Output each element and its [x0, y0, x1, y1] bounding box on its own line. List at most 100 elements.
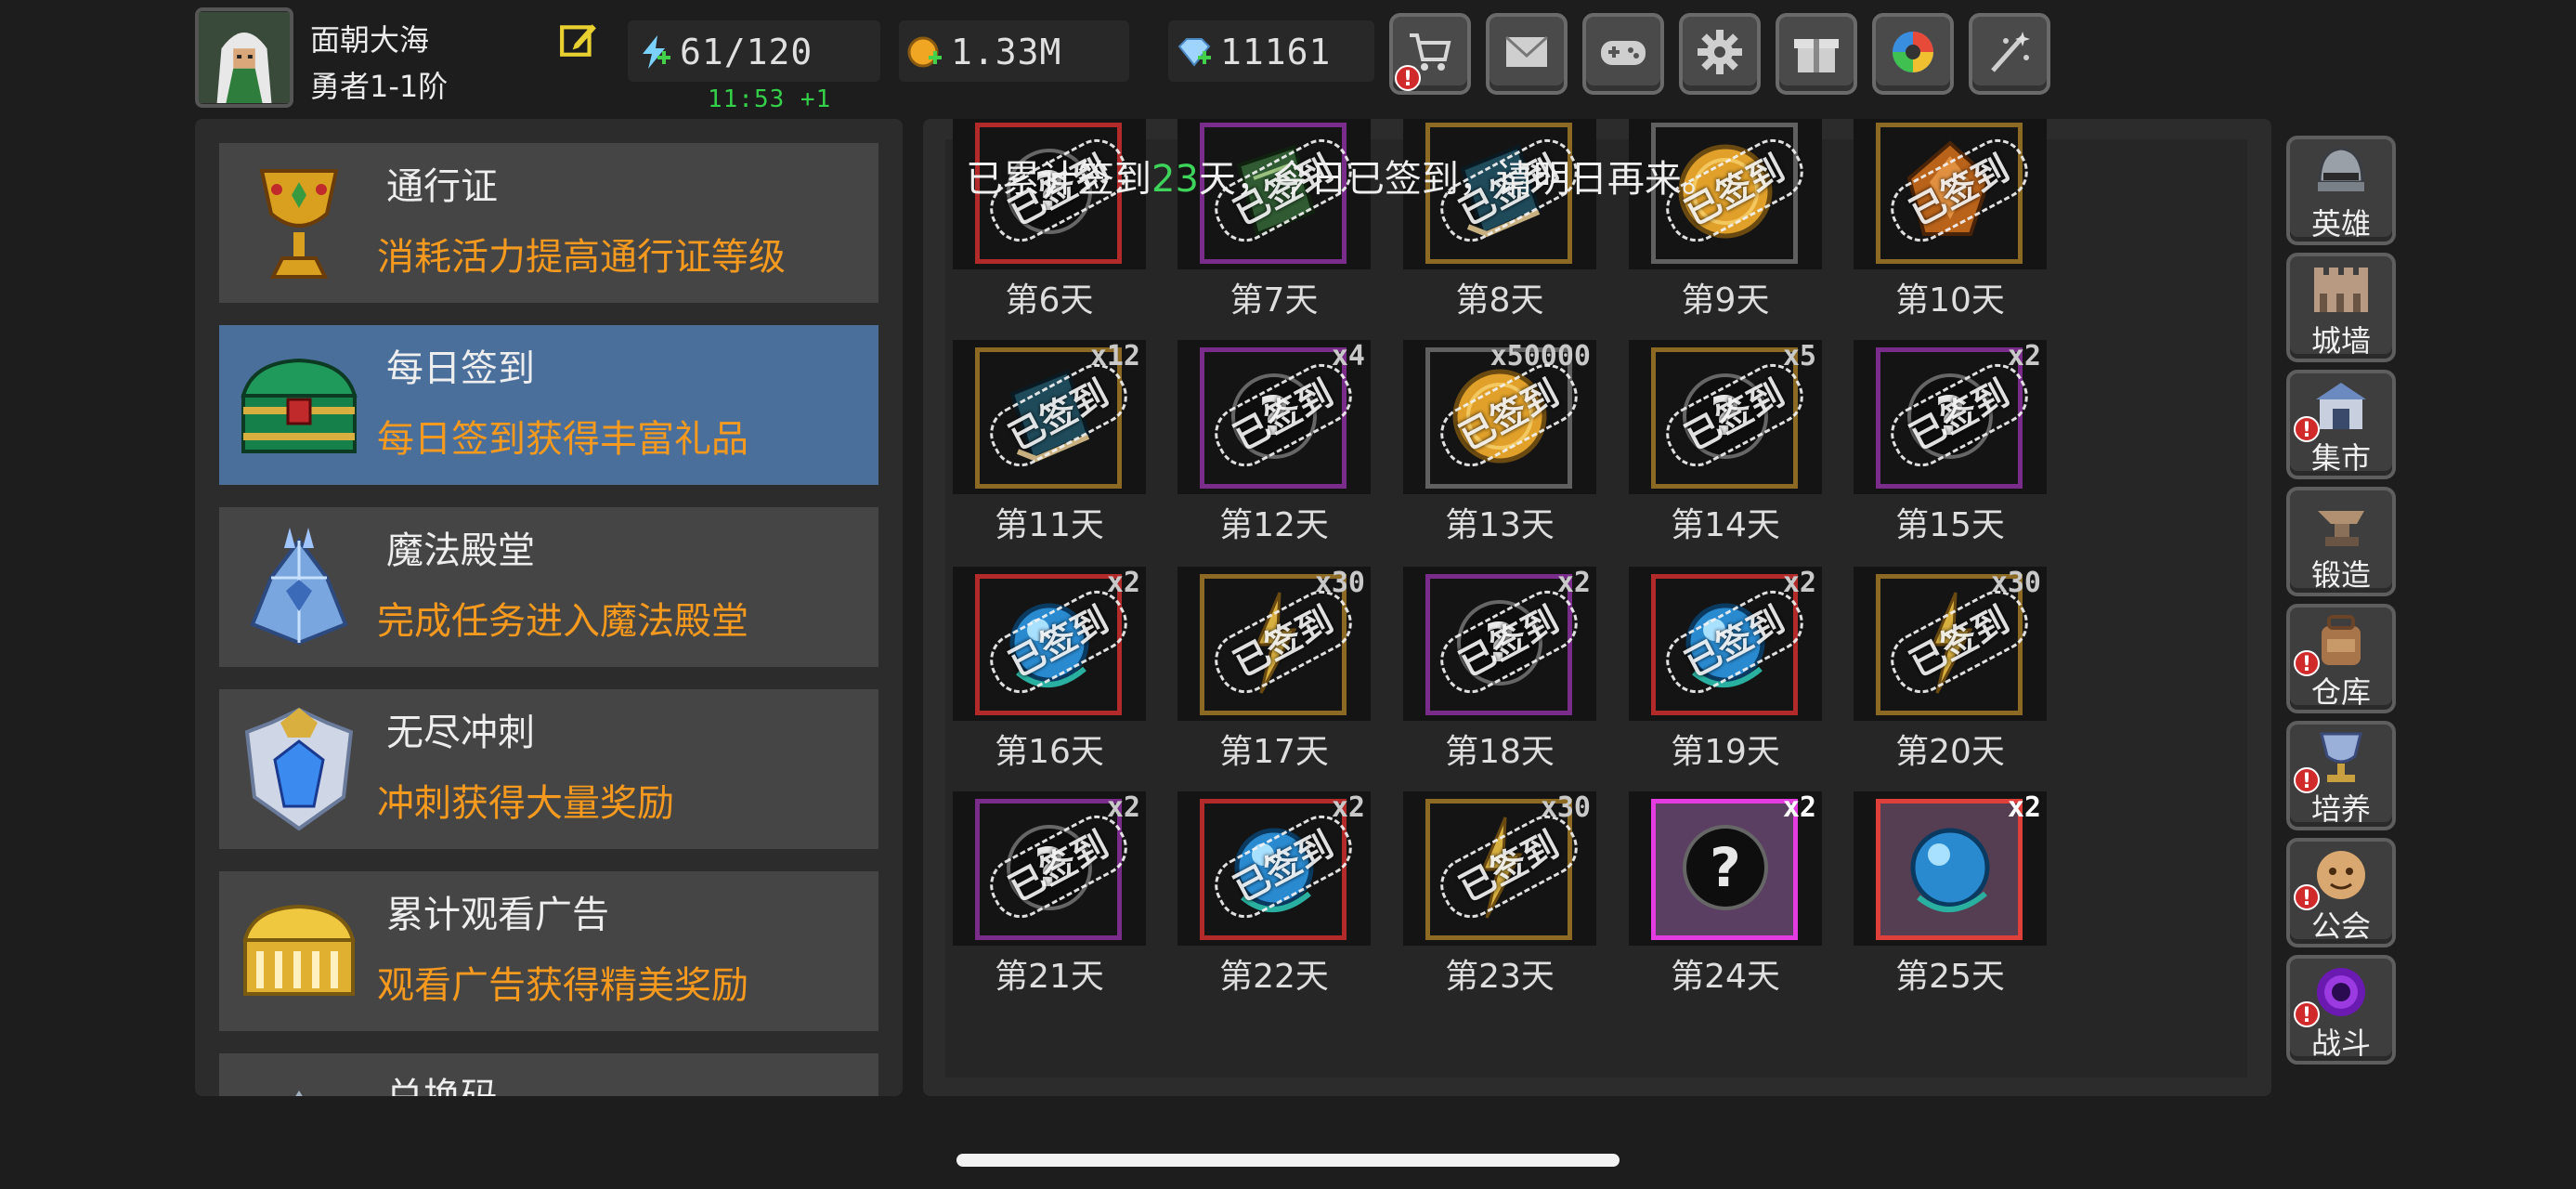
fireworks-button[interactable] — [1969, 13, 2050, 95]
grail-icon — [2320, 732, 2362, 782]
player-name: 面朝大海 — [310, 22, 430, 58]
menu-item-title: 通行证 — [386, 165, 498, 208]
menu-item-desc: 完成任务进入魔法殿堂 — [377, 600, 748, 643]
backpack-icon — [2322, 615, 2361, 665]
home-indicator[interactable] — [956, 1154, 1620, 1167]
menu-item-title: 无尽冲刺 — [386, 712, 535, 754]
menu-item-desc: 冲刺获得大量奖励 — [377, 782, 674, 825]
sidebar-label: 战斗 — [2310, 1026, 2371, 1061]
sidebar-train-button[interactable]: ! 培养 — [2286, 721, 2396, 830]
menu-item-title: 每日签到 — [386, 347, 535, 390]
day-reward-cell[interactable]: x2 已签到 第19天 — [1629, 567, 1822, 786]
energy-value: 61/120 — [680, 32, 813, 72]
code-icon — [295, 1091, 303, 1096]
day-reward-cell[interactable]: x30 已签到 第23天 — [1403, 791, 1596, 1011]
sidebar-guild-button[interactable]: ! 公会 — [2286, 838, 2396, 947]
settings-button[interactable] — [1679, 13, 1761, 95]
day-label: 第21天 — [995, 958, 1104, 996]
menu-item-daily-signin[interactable]: 每日签到 每日签到获得丰富礼品 — [219, 325, 878, 485]
day-reward-cell[interactable]: ? x5 已签到 第14天 — [1629, 340, 1822, 559]
sidebar-market-button[interactable]: ! 集市 — [2286, 370, 2396, 479]
day-label: 第16天 — [995, 733, 1104, 771]
day-label: 第13天 — [1445, 506, 1555, 544]
gold-coin-icon — [907, 36, 942, 68]
day-label: 第15天 — [1895, 506, 2005, 544]
gift-button[interactable] — [1776, 13, 1857, 95]
day-reward-cell[interactable]: ? x2 已签到 第15天 — [1854, 340, 2047, 559]
anvil-icon — [2318, 511, 2364, 546]
camera-button[interactable] — [1872, 13, 1954, 95]
activity-menu: 通行证 消耗活力提高通行证等级 每日签到 每日签到获得丰富礼品 魔法殿堂 完成任… — [195, 119, 903, 1096]
menu-item-desc: 消耗活力提高通行证等级 — [377, 236, 786, 279]
day-label: 第19天 — [1671, 733, 1780, 771]
day-reward-cell[interactable]: ? x2 已签到 第21天 — [953, 791, 1146, 1011]
signin-content: ? 已签到 第6天 已签到 第7天 已签到 第8天 已签到 第9天 已签到 第10天 x12 已签到 第1… — [945, 119, 2247, 1078]
guild-icon — [2317, 851, 2365, 899]
day-reward-cell[interactable]: ? x2 第24天 — [1629, 791, 1822, 1011]
day-label: 第23天 — [1445, 958, 1555, 996]
menu-item-title: 魔法殿堂 — [386, 529, 535, 572]
menu-item-redeem-code[interactable]: 兑换码 — [219, 1053, 878, 1096]
reward-quantity: x2 — [2007, 791, 2041, 824]
day-reward-cell[interactable]: x50000 已签到 第13天 — [1403, 340, 1596, 559]
sidebar-label: 城墙 — [2310, 323, 2371, 359]
day-reward-cell[interactable]: ? x4 已签到 第12天 — [1177, 340, 1371, 559]
gem-counter: 11161 — [1168, 20, 1374, 82]
menu-item-endless-rush[interactable]: 无尽冲刺 冲刺获得大量奖励 — [219, 689, 878, 849]
day-reward-cell[interactable]: x2 第25天 — [1854, 791, 2047, 1011]
aperture-icon — [1893, 32, 1933, 72]
signin-grid: ? 已签到 第6天 已签到 第7天 已签到 第8天 已签到 第9天 已签到 第10天 x12 已签到 第1… — [953, 119, 2160, 1078]
player-avatar[interactable] — [195, 7, 293, 108]
player-rank: 勇者1-1阶 — [310, 69, 449, 104]
day-label: 第25天 — [1895, 958, 2005, 996]
sidebar-label: 培养 — [2310, 791, 2371, 827]
energy-timer: 11:53 +1 — [708, 85, 832, 113]
sidebar-label: 英雄 — [2310, 206, 2371, 242]
day-reward-cell[interactable]: 已签到 第10天 — [1854, 119, 2047, 334]
day-label: 第12天 — [1219, 506, 1329, 544]
sidebar-label: 集市 — [2310, 440, 2371, 476]
reward-quantity: x2 — [1782, 791, 1816, 824]
gold-chest-icon — [242, 904, 356, 996]
svg-text:?: ? — [1710, 836, 1741, 899]
crystal-icon — [250, 528, 348, 646]
menu-item-pass[interactable]: 通行证 消耗活力提高通行证等级 — [219, 143, 878, 303]
shield-gem-icon — [244, 707, 354, 831]
day-label: 第8天 — [1455, 281, 1544, 320]
orb-icon — [1896, 814, 2004, 921]
menu-item-desc: 观看广告获得精美奖励 — [377, 964, 748, 1007]
gem-icon — [1177, 38, 1211, 67]
day-label: 第22天 — [1219, 958, 1329, 996]
shop-button[interactable]: ! — [1389, 13, 1471, 95]
mail-button[interactable] — [1486, 13, 1568, 95]
avatar-portrait-icon — [199, 12, 290, 103]
sidebar-label: 公会 — [2310, 908, 2371, 944]
sidebar-storage-button[interactable]: ! 仓库 — [2286, 604, 2396, 713]
sidebar-battle-button[interactable]: ! 战斗 — [2286, 955, 2396, 1065]
day-reward-cell[interactable]: ? x2 已签到 第18天 — [1403, 567, 1596, 786]
day-reward-cell[interactable]: x12 已签到 第11天 — [953, 340, 1146, 559]
sidebar-wall-button[interactable]: 城墙 — [2286, 253, 2396, 362]
lightning-icon — [643, 35, 670, 69]
market-icon — [2316, 383, 2366, 429]
menu-item-desc: 每日签到获得丰富礼品 — [377, 418, 748, 461]
signin-msg-after: 天，今日已签到，请明日再来。 — [1198, 158, 1719, 201]
signin-status-message: 已累计签到23天，今日已签到，请明日再来。 — [966, 149, 1719, 203]
edit-name-button[interactable] — [559, 20, 598, 59]
menu-item-magic-hall[interactable]: 魔法殿堂 完成任务进入魔法殿堂 — [219, 507, 878, 667]
gem-value: 11161 — [1220, 32, 1332, 72]
day-label: 第7天 — [1229, 281, 1319, 320]
day-reward-cell[interactable]: x30 已签到 第20天 — [1854, 567, 2047, 786]
sidebar-forge-button[interactable]: 锻造 — [2286, 487, 2396, 596]
alert-badge: ! — [1395, 65, 1421, 91]
energy-counter: 61/120 — [628, 20, 880, 82]
day-reward-cell[interactable]: x30 已签到 第17天 — [1177, 567, 1371, 786]
day-reward-cell[interactable]: x2 已签到 第22天 — [1177, 791, 1371, 1011]
day-label: 第6天 — [1005, 281, 1094, 320]
envelope-icon — [1504, 35, 1549, 67]
gamepad-button[interactable] — [1582, 13, 1664, 95]
menu-item-watch-ads[interactable]: 累计观看广告 观看广告获得精美奖励 — [219, 871, 878, 1031]
day-reward-cell[interactable]: x2 已签到 第16天 — [953, 567, 1146, 786]
sidebar-hero-button[interactable]: 英雄 — [2286, 136, 2396, 245]
gold-value: 1.33M — [951, 32, 1062, 72]
